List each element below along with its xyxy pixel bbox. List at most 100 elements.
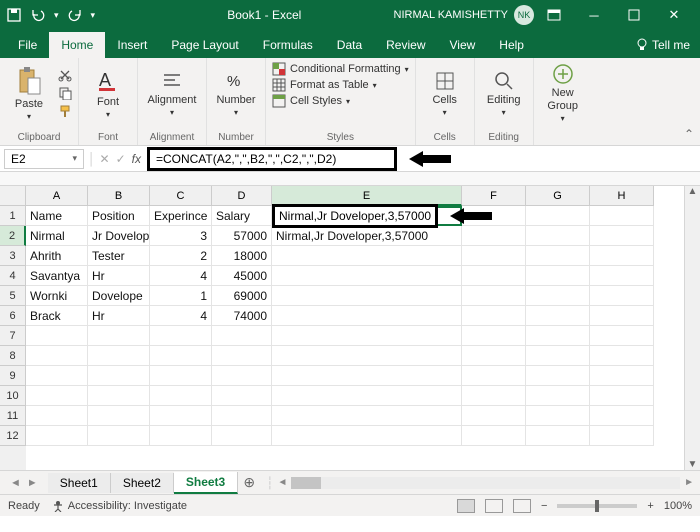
cell[interactable] [590, 286, 654, 306]
tab-review[interactable]: Review [374, 32, 437, 58]
cell[interactable] [26, 386, 88, 406]
sheet-tab[interactable]: Sheet1 [48, 473, 111, 493]
font-button[interactable]: A Font ▾ [85, 68, 131, 119]
tab-home[interactable]: Home [49, 32, 105, 58]
cell[interactable] [272, 286, 462, 306]
cell[interactable]: 69000 [212, 286, 272, 306]
cell[interactable] [590, 226, 654, 246]
cell[interactable] [590, 406, 654, 426]
cell[interactable] [526, 226, 590, 246]
horizontal-scrollbar[interactable]: ┆ ◄ ► [260, 476, 700, 490]
row-header[interactable]: 1 [0, 206, 26, 226]
cell[interactable]: 45000 [212, 266, 272, 286]
cell-styles-button[interactable]: Cell Styles ▾ [272, 94, 350, 108]
cell[interactable]: 18000 [212, 246, 272, 266]
cell[interactable] [526, 386, 590, 406]
cell[interactable] [590, 266, 654, 286]
cell[interactable] [212, 366, 272, 386]
cell[interactable] [462, 306, 526, 326]
cell[interactable] [212, 406, 272, 426]
alignment-button[interactable]: Alignment ▾ [144, 70, 200, 117]
cell[interactable]: Nirmal,Jr Doveloper,3,57000 [272, 226, 462, 246]
cell[interactable] [26, 326, 88, 346]
sheet-tab[interactable]: Sheet3 [174, 472, 238, 494]
cell[interactable] [150, 366, 212, 386]
cell[interactable]: 57000 [212, 226, 272, 246]
avatar[interactable]: NK [514, 5, 534, 25]
cell[interactable] [526, 366, 590, 386]
cell[interactable]: 2 [150, 246, 212, 266]
cell[interactable] [462, 386, 526, 406]
cell[interactable] [272, 426, 462, 446]
format-as-table-button[interactable]: Format as Table ▾ [272, 78, 377, 92]
cell[interactable]: 3 [150, 226, 212, 246]
cell[interactable]: Ahrith [26, 246, 88, 266]
cell[interactable] [526, 266, 590, 286]
cell[interactable] [88, 326, 150, 346]
new-group-button[interactable]: New Group ▾ [540, 63, 586, 122]
conditional-formatting-button[interactable]: Conditional Formatting ▾ [272, 62, 409, 76]
cell[interactable]: Name [26, 206, 88, 226]
cell[interactable] [150, 426, 212, 446]
close-button[interactable]: ✕ [654, 0, 694, 30]
cell[interactable] [88, 346, 150, 366]
sheet-nav-prev-icon[interactable]: ◄ [10, 477, 21, 489]
scroll-down-icon[interactable]: ▼ [688, 459, 698, 470]
cell[interactable] [462, 286, 526, 306]
tab-data[interactable]: Data [325, 32, 374, 58]
row-header[interactable]: 9 [0, 366, 26, 386]
cell[interactable]: Hr [88, 306, 150, 326]
vertical-scrollbar[interactable]: ▲ ▼ [684, 186, 700, 470]
cell[interactable] [88, 426, 150, 446]
tab-help[interactable]: Help [487, 32, 536, 58]
cell[interactable] [590, 206, 654, 226]
cell[interactable]: Brack [26, 306, 88, 326]
cell[interactable]: Wornki [26, 286, 88, 306]
cell[interactable]: Dovelope [88, 286, 150, 306]
column-header[interactable]: F [462, 186, 526, 206]
normal-view-icon[interactable] [457, 499, 475, 513]
minimize-button[interactable]: ─ [574, 0, 614, 30]
cell[interactable] [462, 346, 526, 366]
cell[interactable] [462, 366, 526, 386]
page-break-view-icon[interactable] [513, 499, 531, 513]
row-header[interactable]: 11 [0, 406, 26, 426]
cell[interactable] [150, 386, 212, 406]
cell[interactable]: Position [88, 206, 150, 226]
cell[interactable]: Savantya [26, 266, 88, 286]
cell[interactable] [590, 426, 654, 446]
cell[interactable] [26, 346, 88, 366]
zoom-level[interactable]: 100% [664, 500, 692, 512]
row-header[interactable]: 4 [0, 266, 26, 286]
cell[interactable] [88, 406, 150, 426]
cell[interactable] [212, 386, 272, 406]
cell[interactable]: Nirmal [26, 226, 88, 246]
collapse-ribbon-icon[interactable]: ⌃ [684, 127, 694, 141]
row-header[interactable]: 5 [0, 286, 26, 306]
cell[interactable] [212, 346, 272, 366]
row-header[interactable]: 2 [0, 226, 26, 246]
cell[interactable] [590, 326, 654, 346]
redo-icon[interactable] [67, 7, 83, 23]
column-header[interactable]: D [212, 186, 272, 206]
number-button[interactable]: % Number ▾ [213, 70, 259, 117]
row-header[interactable]: 10 [0, 386, 26, 406]
cell[interactable]: 1 [150, 286, 212, 306]
column-header[interactable]: C [150, 186, 212, 206]
autosave-icon[interactable] [6, 7, 22, 23]
cell[interactable] [526, 426, 590, 446]
cell[interactable] [26, 426, 88, 446]
sheet-tab[interactable]: Sheet2 [111, 473, 174, 493]
undo-icon[interactable] [30, 7, 46, 23]
cell[interactable]: Jr Dovelop [88, 226, 150, 246]
zoom-in-button[interactable]: + [647, 500, 653, 512]
cell[interactable] [526, 326, 590, 346]
cell[interactable]: Experince [150, 206, 212, 226]
maximize-button[interactable] [614, 0, 654, 30]
cell[interactable] [526, 406, 590, 426]
cell[interactable] [462, 406, 526, 426]
cancel-icon[interactable]: ✕ [100, 152, 110, 166]
chevron-down-icon[interactable]: ▾ [54, 10, 59, 21]
zoom-out-button[interactable]: − [541, 500, 547, 512]
row-header[interactable]: 6 [0, 306, 26, 326]
